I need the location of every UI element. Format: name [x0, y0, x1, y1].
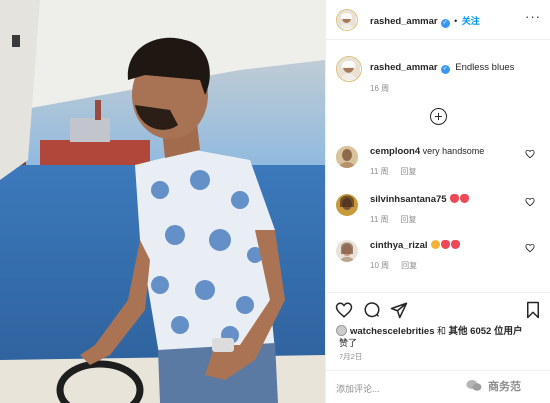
post-panel: rashed_ammar ✓ • 关注 ··· rashed_ammar ✓ End… [325, 0, 550, 403]
like-comment-heart-icon[interactable] [525, 243, 535, 253]
likes-connector: 和 [437, 326, 447, 336]
red-heart-emoji-icon [441, 240, 451, 249]
wechat-logo-icon [466, 379, 482, 392]
reply-button[interactable]: 回复 [401, 215, 417, 224]
post-date[interactable]: 7月2日 [339, 351, 362, 362]
comment-row: cinthya_rizal [370, 240, 461, 251]
red-heart-emoji-icon [460, 194, 470, 203]
add-comment-bar[interactable]: 添加评论... 商务范 [326, 370, 550, 403]
caption-text: Endless blues [455, 62, 515, 73]
comment-avatar[interactable] [336, 240, 358, 262]
comment-input[interactable]: 添加评论... [336, 382, 380, 395]
red-heart-emoji-icon [451, 240, 461, 249]
post-photo[interactable] [0, 0, 325, 403]
reply-button[interactable]: 回复 [401, 167, 417, 176]
comment-row: cemploon4 very handsome [370, 146, 484, 157]
watermark-text: 商务范 [488, 381, 521, 393]
translate-icon[interactable] [430, 108, 447, 125]
comment-avatar[interactable] [336, 146, 358, 168]
likes-suffix: 赞了 [339, 338, 358, 348]
comment-item: cinthya_rizal 10 周 回复 [326, 240, 550, 282]
red-heart-emoji-icon [450, 194, 460, 203]
verified-badge-icon: ✓ [440, 65, 450, 74]
comment-item: cemploon4 very handsome 11 周 回复 [326, 146, 550, 188]
author-username[interactable]: rashed_ammar [370, 16, 438, 27]
like-comment-heart-icon[interactable] [525, 197, 535, 207]
comment-meta: 11 周 回复 [370, 214, 429, 225]
caption-avatar[interactable] [336, 56, 362, 82]
likes-others-link[interactable]: 其他 6052 位用户 [449, 326, 523, 337]
verified-badge-icon: ✓ [440, 19, 450, 28]
comment-avatar[interactable] [336, 194, 358, 216]
like-comment-heart-icon[interactable] [525, 149, 535, 159]
follow-button[interactable]: 关注 [462, 16, 480, 26]
comment-meta: 10 周 回复 [370, 260, 429, 271]
bookmark-icon[interactable] [524, 301, 542, 319]
author-avatar[interactable] [336, 9, 358, 31]
comment-username[interactable]: cemploon4 [370, 146, 420, 157]
comment-time[interactable]: 11 周 [370, 167, 389, 176]
comment-username[interactable]: cinthya_rizal [370, 240, 428, 251]
more-options-icon[interactable]: ··· [525, 10, 541, 23]
liker-username[interactable]: watchescelebrities [350, 326, 435, 337]
caption-username[interactable]: rashed_ammar [370, 62, 438, 73]
post-header: rashed_ammar ✓ • 关注 ··· [326, 0, 550, 40]
caption: rashed_ammar ✓ Endless blues [370, 62, 514, 74]
comment-text: very handsome [422, 146, 485, 156]
reply-button[interactable]: 回复 [401, 261, 417, 270]
likes-summary: watchescelebrities 和 其他 6052 位用户 [336, 323, 522, 337]
comment-time[interactable]: 11 周 [370, 215, 389, 224]
header-user-row: rashed_ammar ✓ • 关注 [370, 14, 480, 28]
comment-username[interactable]: silvinhsantana75 [370, 194, 447, 205]
comment-icon[interactable] [363, 301, 381, 319]
separator-dot: • [454, 16, 458, 26]
heart-eyes-face-emoji-icon [431, 240, 441, 249]
caption-time[interactable]: 16 周 [370, 83, 389, 94]
comment-row: silvinhsantana75 [370, 194, 470, 205]
comment-item: silvinhsantana75 11 周 回复 [326, 194, 550, 236]
liker-avatar[interactable] [336, 325, 347, 336]
share-icon[interactable] [390, 301, 408, 319]
comment-meta: 11 周 回复 [370, 166, 429, 177]
action-bar [326, 292, 550, 322]
like-heart-icon[interactable] [335, 301, 353, 319]
comment-time[interactable]: 10 周 [370, 261, 389, 270]
